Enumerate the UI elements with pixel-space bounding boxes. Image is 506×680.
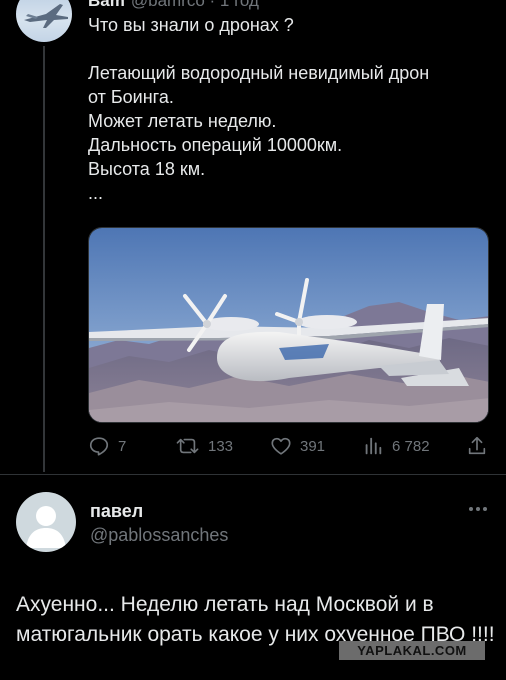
jet-avatar-icon [24, 4, 68, 28]
tweet-line [88, 37, 488, 61]
more-dot-icon [469, 507, 473, 511]
like-button[interactable]: 391 [270, 432, 325, 460]
tweet-line: Может летать неделю. [88, 111, 277, 131]
tweet-text: Что вы знали о дронах ? Летающий водород… [88, 13, 488, 205]
author-handle-time[interactable]: @bamrco · 1 год [131, 0, 259, 10]
repost-icon [176, 438, 199, 454]
views-count: 6 782 [392, 437, 430, 455]
heart-icon [271, 437, 291, 455]
reply-icon [89, 437, 109, 456]
more-dot-icon [476, 507, 480, 511]
like-count: 391 [300, 437, 326, 455]
tweet-line: Летающий водородный невидимый дрон [88, 63, 430, 83]
tweet-header: Bam @bamrco · 1 год [88, 0, 259, 11]
tweet-line: от Боинга. [88, 87, 174, 107]
reply-author-name[interactable]: павел [90, 501, 143, 522]
tweet-line: Дальность операций 10000км. [88, 135, 343, 155]
views-button[interactable]: 6 782 [362, 432, 430, 460]
share-button[interactable] [466, 432, 488, 460]
tweet-line: ... [88, 183, 104, 203]
reply-author-handle[interactable]: @pablossanches [90, 525, 228, 546]
tweet-action-bar: 7 133 391 6 782 [88, 432, 488, 460]
tweet-photo[interactable] [88, 227, 489, 423]
reply-avatar[interactable] [16, 492, 76, 552]
reply-button[interactable]: 7 [88, 432, 126, 460]
tweet-divider [0, 474, 506, 475]
views-chart-icon [365, 437, 382, 455]
thread-connector-line [43, 46, 45, 472]
drone-photo [89, 228, 488, 422]
more-options-button[interactable] [466, 502, 490, 516]
share-icon [468, 436, 486, 455]
repost-button[interactable]: 133 [176, 432, 233, 460]
reply-count: 7 [118, 437, 127, 455]
author-avatar[interactable] [16, 0, 72, 42]
more-dot-icon [483, 507, 487, 511]
tweet-line: Что вы знали о дронах ? [88, 15, 294, 35]
default-avatar-icon [26, 506, 66, 548]
repost-count: 133 [208, 437, 234, 455]
watermark: YAPLAKAL.COM [339, 641, 485, 660]
tweet-line: Высота 18 км. [88, 159, 206, 179]
author-name[interactable]: Bam [88, 0, 125, 10]
